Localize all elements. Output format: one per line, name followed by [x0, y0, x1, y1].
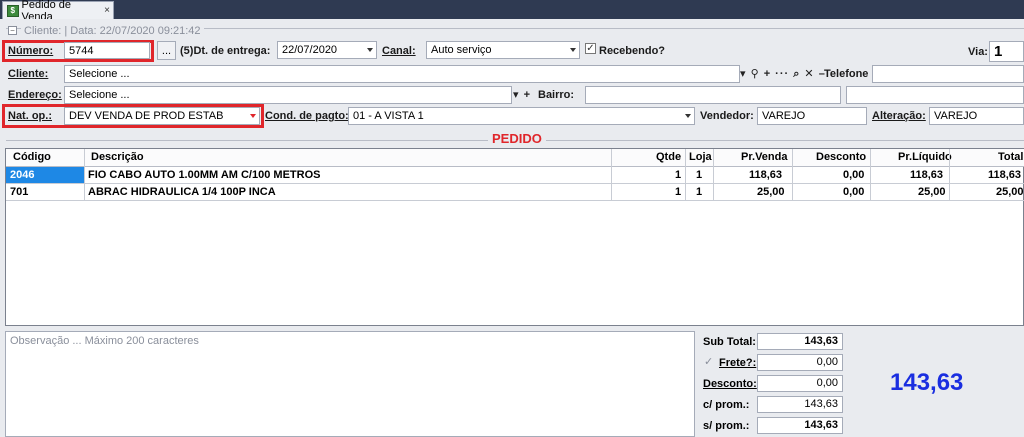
natop-label: Nat. op.: — [8, 110, 52, 122]
frete-checkbox[interactable]: ✓ — [704, 355, 713, 368]
cell-pr-venda: 25,00 — [757, 186, 785, 198]
natop-select[interactable]: DEV VENDA DE PROD ESTAB — [64, 107, 260, 125]
tab-bar — [0, 0, 1024, 19]
totals-panel: Sub Total: 143,63 ✓ Frete?: 0,00 Descont… — [699, 327, 854, 437]
desconto-label: Desconto: — [703, 378, 757, 390]
cond-pagto-select[interactable]: 01 - A VISTA 1 — [348, 107, 695, 125]
cliente-label: Cliente: — [8, 68, 49, 80]
chevron-down-icon[interactable] — [250, 114, 256, 118]
col-divider — [870, 149, 871, 201]
vendedor-label: Vendedor: — [700, 110, 754, 122]
telefone-label: Telefone — [824, 68, 869, 80]
sprom-value: 143,63 — [757, 417, 843, 434]
frete-label: Frete?: — [719, 357, 757, 369]
alteracao-input[interactable]: VAREJO — [929, 107, 1024, 125]
cprom-value: 143,63 — [757, 396, 843, 413]
col-divider — [611, 149, 612, 201]
col-pr-venda[interactable]: Pr.Venda — [741, 151, 787, 163]
col-descricao[interactable]: Descrição — [91, 151, 144, 163]
col-divider — [949, 149, 950, 201]
canal-value: Auto serviço — [431, 44, 492, 56]
chevron-down-icon[interactable] — [367, 48, 373, 52]
sprom-label: s/ prom.: — [703, 420, 750, 432]
numero-lookup-button[interactable]: ... — [157, 41, 176, 60]
items-grid[interactable]: Código Descrição Qtde Loja Pr.Venda Desc… — [5, 148, 1024, 326]
grid-header: Código Descrição Qtde Loja Pr.Venda Desc… — [6, 149, 1024, 167]
cell-descricao: ABRAC HIDRAULICA 1/4 100P INCA — [88, 186, 276, 198]
col-divider — [792, 149, 793, 201]
grand-total: 143,63 — [890, 369, 964, 396]
recebendo-checkbox[interactable]: ✓ — [585, 43, 596, 54]
cliente-action-icons[interactable]: ▾ ⚲ + ··· ⌕ ✕ – — [740, 67, 826, 81]
cell-total: 25,00 — [996, 186, 1024, 198]
cliente-group-header: Cliente: | Data: 22/07/2020 09:21:42 — [21, 25, 204, 37]
tab-pedido-de-venda[interactable]: $ Pedido de Venda × — [2, 0, 114, 23]
col-divider — [713, 149, 714, 201]
subtotal-value: 143,63 — [757, 333, 843, 350]
cell-total: 118,63 — [988, 169, 1022, 181]
natop-value: DEV VENDA DE PROD ESTAB — [69, 110, 224, 122]
via-label: Via: — [968, 46, 988, 58]
dt-entrega-label: (5)Dt. de entrega: — [180, 45, 271, 57]
cell-pr-liquido: 118,63 — [910, 169, 944, 181]
cell-loja: 1 — [696, 186, 703, 198]
table-row[interactable]: 2046 FIO CABO AUTO 1.00MM AM C/100 METRO… — [6, 167, 1024, 184]
col-pr-liquido[interactable]: Pr.Líquido — [898, 151, 952, 163]
document-icon: $ — [7, 4, 19, 17]
cprom-label: c/ prom.: — [703, 399, 750, 411]
vendedor-input[interactable]: VAREJO — [757, 107, 867, 125]
chevron-down-icon[interactable] — [570, 48, 576, 52]
cond-pagto-value: 01 - A VISTA 1 — [353, 110, 424, 122]
col-divider — [84, 149, 85, 201]
frete-value[interactable]: 0,00 — [757, 354, 843, 371]
endereco-label: Endereço: — [8, 89, 62, 101]
numero-label: Número: — [8, 45, 54, 57]
endereco-action-icons[interactable]: ▾ + — [513, 88, 531, 101]
endereco-select[interactable]: Selecione ... — [64, 86, 512, 104]
dt-entrega-input[interactable]: 22/07/2020 — [277, 41, 377, 59]
canal-select[interactable]: Auto serviço — [426, 41, 580, 59]
chevron-down-icon[interactable] — [685, 114, 691, 118]
cell-pr-liquido: 25,00 — [918, 186, 946, 198]
col-qtde[interactable]: Qtde — [656, 151, 681, 163]
telefone-input[interactable] — [872, 65, 1024, 83]
cliente-select[interactable]: Selecione ... — [64, 65, 740, 83]
canal-label: Canal: — [382, 45, 416, 57]
col-total[interactable]: Total — [998, 151, 1023, 163]
col-loja[interactable]: Loja — [689, 151, 712, 163]
pedido-title: PEDIDO — [488, 131, 546, 146]
via-input[interactable]: 1 — [989, 41, 1024, 62]
recebendo-label: Recebendo? — [599, 45, 666, 57]
cell-codigo: 2046 — [10, 169, 35, 181]
cell-pr-venda: 118,63 — [749, 169, 783, 181]
extra-address-input[interactable] — [846, 86, 1024, 104]
cell-desconto: 0,00 — [843, 186, 865, 198]
alteracao-label: Alteração: — [872, 110, 926, 122]
subtotal-label: Sub Total: — [703, 336, 756, 348]
cell-codigo: 701 — [10, 186, 29, 198]
col-divider — [685, 149, 686, 201]
cell-loja: 1 — [696, 169, 703, 181]
cond-pagto-label: Cond. de pagto: — [265, 110, 349, 122]
cell-desconto: 0,00 — [843, 169, 865, 181]
numero-input[interactable]: 5744 — [64, 42, 150, 59]
table-row[interactable]: 701 ABRAC HIDRAULICA 1/4 100P INCA 1 1 2… — [6, 184, 1024, 201]
cell-qtde: 1 — [675, 186, 682, 198]
close-icon[interactable]: × — [104, 5, 110, 16]
bairro-label: Bairro: — [538, 89, 575, 101]
col-codigo[interactable]: Código — [13, 151, 51, 163]
col-desconto[interactable]: Desconto — [816, 151, 866, 163]
collapse-icon[interactable]: − — [8, 26, 17, 35]
cell-qtde: 1 — [675, 169, 682, 181]
observacao-textarea[interactable]: Observação ... Máximo 200 caracteres — [5, 331, 695, 437]
desconto-value[interactable]: 0,00 — [757, 375, 843, 392]
dt-entrega-value: 22/07/2020 — [282, 44, 338, 56]
bairro-input[interactable] — [585, 86, 841, 104]
cell-descricao: FIO CABO AUTO 1.00MM AM C/100 METROS — [88, 169, 321, 181]
